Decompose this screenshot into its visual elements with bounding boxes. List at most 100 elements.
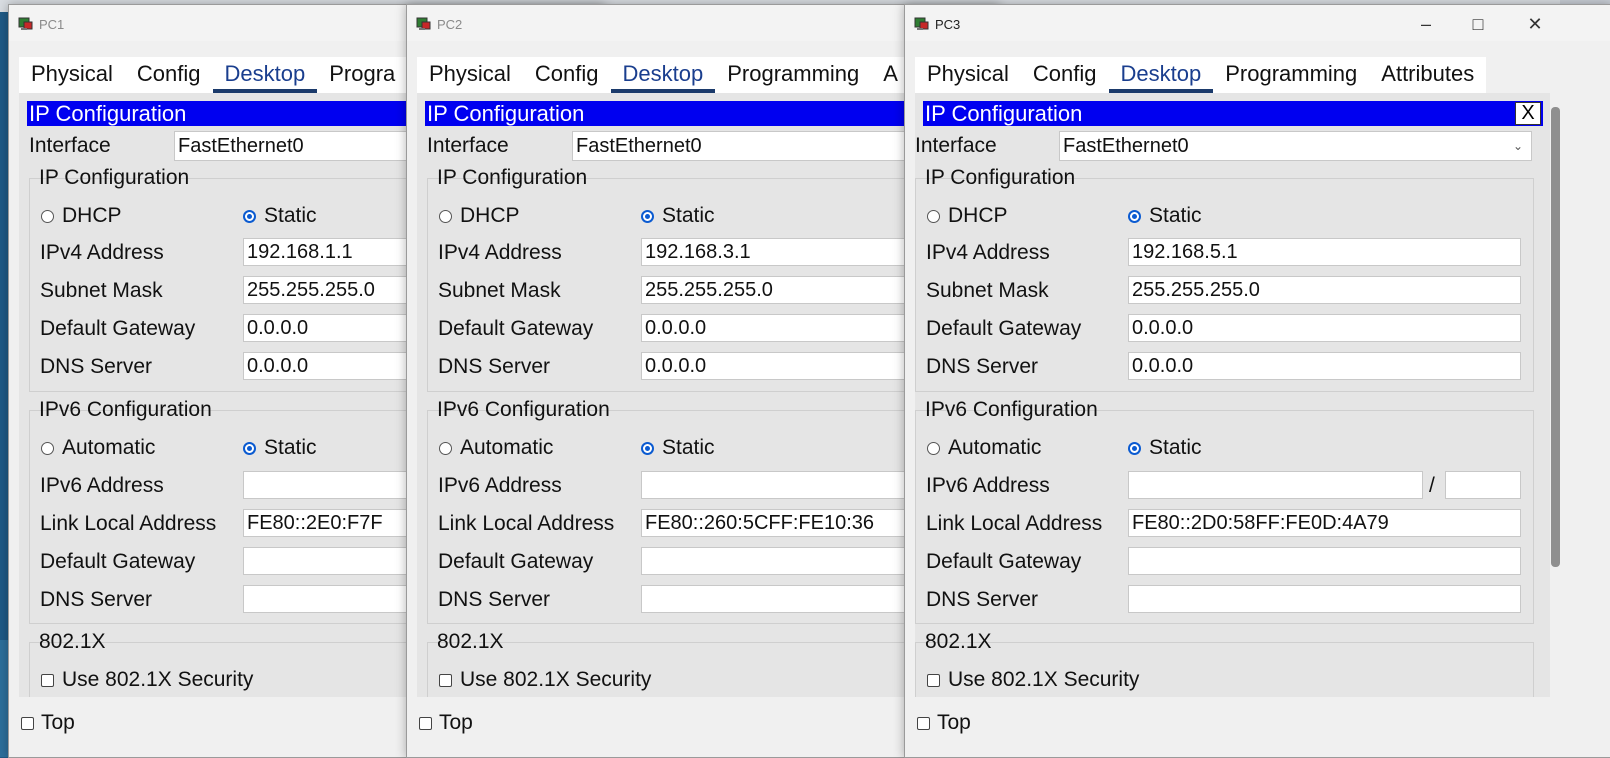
window-title: PC3 xyxy=(935,17,961,32)
use-8021x-label: Use 802.1X Security xyxy=(62,668,254,691)
ipv6-gateway-label: Default Gateway xyxy=(40,550,196,573)
ipv6-automatic-radio[interactable] xyxy=(439,442,452,455)
dns-server-label: DNS Server xyxy=(926,355,1039,378)
dot1x-section-title: 802.1X xyxy=(39,630,106,653)
tab-desktop[interactable]: Desktop xyxy=(610,57,716,93)
top-checkbox[interactable] xyxy=(419,717,432,730)
subnet-mask-label: Subnet Mask xyxy=(926,279,1049,302)
ipv6-automatic-label: Automatic xyxy=(460,436,554,459)
ipv6-address-label: IPv6 Address xyxy=(40,474,164,497)
dhcp-label: DHCP xyxy=(948,204,1008,227)
static-label: Static xyxy=(662,204,715,227)
interface-label: Interface xyxy=(427,134,509,157)
ip-configuration-header: IP Configuration X xyxy=(923,101,1543,126)
ipv4-section-title: IP Configuration xyxy=(925,166,1076,189)
subnet-mask-input[interactable]: 255.255.255.0 xyxy=(1128,276,1521,304)
ipv6-prefix-input[interactable] xyxy=(1445,471,1521,499)
static-label: Static xyxy=(264,204,317,227)
ipv6-static-radio[interactable] xyxy=(641,442,654,455)
tab-config[interactable]: Config xyxy=(125,57,213,93)
top-label: Top xyxy=(41,711,75,734)
tab-programming[interactable]: Progra xyxy=(317,57,407,93)
static-label: Static xyxy=(1149,204,1202,227)
dhcp-label: DHCP xyxy=(62,204,122,227)
interface-select[interactable]: FastEthernet0 ⌄ xyxy=(1059,131,1532,161)
tab-programming[interactable]: Programming xyxy=(715,57,871,93)
ipv6-gateway-label: Default Gateway xyxy=(926,550,1082,573)
link-local-label: Link Local Address xyxy=(926,512,1103,535)
dns-server-input[interactable]: 0.0.0.0 xyxy=(1128,352,1521,380)
tab-physical[interactable]: Physical xyxy=(915,57,1021,93)
ipv6-static-label: Static xyxy=(1149,436,1202,459)
interface-value: FastEthernet0 xyxy=(1063,135,1189,157)
window-title: PC2 xyxy=(437,17,463,32)
close-icon[interactable]: ✕ xyxy=(1520,13,1550,35)
ipv6-address-input[interactable] xyxy=(1128,471,1423,499)
ipv6-automatic-label: Automatic xyxy=(62,436,156,459)
tab-config[interactable]: Config xyxy=(523,57,611,93)
ip-configuration-header-title: IP Configuration xyxy=(925,101,1083,126)
titlebar[interactable]: PC3 – □ ✕ xyxy=(905,5,1610,41)
top-label: Top xyxy=(937,711,971,734)
tab-config[interactable]: Config xyxy=(1021,57,1109,93)
default-gateway-input[interactable]: 0.0.0.0 xyxy=(1128,314,1521,342)
tab-attributes[interactable]: Attributes xyxy=(1369,57,1486,93)
tab-physical[interactable]: Physical xyxy=(417,57,523,93)
link-local-input[interactable]: FE80::2D0:58FF:FE0D:4A79 xyxy=(1128,509,1521,537)
use-8021x-label: Use 802.1X Security xyxy=(460,668,652,691)
dhcp-radio[interactable] xyxy=(439,210,452,223)
ipv6-automatic-label: Automatic xyxy=(948,436,1042,459)
bottom-bar: Top xyxy=(905,697,1610,757)
subnet-mask-label: Subnet Mask xyxy=(438,279,561,302)
static-radio[interactable] xyxy=(1128,210,1141,223)
top-checkbox[interactable] xyxy=(917,717,930,730)
maximize-icon[interactable]: □ xyxy=(1463,13,1493,35)
ipv6-dns-label: DNS Server xyxy=(926,588,1039,611)
ipv4-address-input[interactable]: 192.168.5.1 xyxy=(1128,238,1521,266)
ipv6-static-radio[interactable] xyxy=(243,442,256,455)
interface-label: Interface xyxy=(29,134,111,157)
ipv6-automatic-radio[interactable] xyxy=(927,442,940,455)
ipv6-dns-input[interactable] xyxy=(1128,585,1521,613)
use-8021x-checkbox[interactable] xyxy=(927,674,940,687)
use-8021x-label: Use 802.1X Security xyxy=(948,668,1140,691)
tab-bar: Physical Config Desktop Programming A xyxy=(417,57,910,93)
use-8021x-checkbox[interactable] xyxy=(439,674,452,687)
interface-value: FastEthernet0 xyxy=(576,135,702,157)
vertical-scrollbar[interactable] xyxy=(1551,107,1560,567)
dhcp-radio[interactable] xyxy=(41,210,54,223)
chevron-down-icon: ⌄ xyxy=(1512,139,1523,153)
link-local-label: Link Local Address xyxy=(40,512,217,535)
ipv6-automatic-radio[interactable] xyxy=(41,442,54,455)
ipv6-gateway-label: Default Gateway xyxy=(438,550,594,573)
ipv4-address-label: IPv4 Address xyxy=(40,241,164,264)
ipv4-address-label: IPv4 Address xyxy=(438,241,562,264)
packet-tracer-pc-icon xyxy=(416,17,431,30)
tab-programming[interactable]: Programming xyxy=(1213,57,1369,93)
tab-desktop[interactable]: Desktop xyxy=(212,57,318,93)
default-gateway-label: Default Gateway xyxy=(926,317,1082,340)
tab-physical[interactable]: Physical xyxy=(19,57,125,93)
dot1x-section-title: 802.1X xyxy=(437,630,504,653)
ipv6-address-label: IPv6 Address xyxy=(438,474,562,497)
ipv6-static-radio[interactable] xyxy=(1128,442,1141,455)
dhcp-radio[interactable] xyxy=(927,210,940,223)
prefix-separator: / xyxy=(1429,474,1435,497)
close-panel-button[interactable]: X xyxy=(1515,102,1541,125)
tab-desktop[interactable]: Desktop xyxy=(1108,57,1214,93)
ipv6-address-label: IPv6 Address xyxy=(926,474,1050,497)
tab-bar: Physical Config Desktop Progra xyxy=(19,57,408,93)
ipv6-dns-label: DNS Server xyxy=(40,588,153,611)
ipv6-gateway-input[interactable] xyxy=(1128,547,1521,575)
default-gateway-label: Default Gateway xyxy=(40,317,196,340)
ipv4-section-title: IP Configuration xyxy=(437,166,588,189)
dns-server-label: DNS Server xyxy=(438,355,551,378)
ipv6-dns-label: DNS Server xyxy=(438,588,551,611)
packet-tracer-pc-icon xyxy=(914,17,929,30)
static-radio[interactable] xyxy=(641,210,654,223)
top-checkbox[interactable] xyxy=(21,717,34,730)
window-title: PC1 xyxy=(39,17,65,32)
minimize-icon[interactable]: – xyxy=(1411,13,1441,35)
use-8021x-checkbox[interactable] xyxy=(41,674,54,687)
static-radio[interactable] xyxy=(243,210,256,223)
